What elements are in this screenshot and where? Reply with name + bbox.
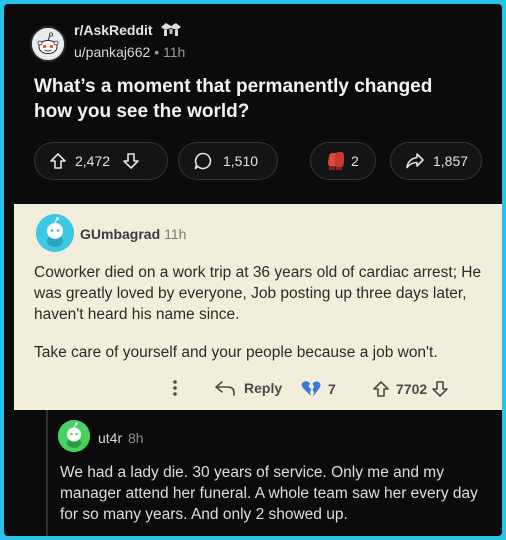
comment-paragraph: Take care of yourself and your people be… [34, 344, 438, 361]
downvote-arrow-icon[interactable] [431, 380, 449, 398]
comment-age: 11h [164, 226, 187, 242]
boxing-glove-award-icon [328, 152, 344, 170]
thread-line[interactable] [46, 410, 48, 536]
highlighted-comment: GUmbagrad 11h Coworker died on a work tri… [14, 204, 502, 410]
share-arrow-icon [406, 153, 424, 169]
subreddit-name[interactable]: r/AskReddit [74, 22, 153, 38]
comment-award-count: 7 [328, 381, 336, 397]
reply-age: 8h [128, 430, 144, 446]
awards-count: 2 [351, 153, 359, 169]
comment-votes: 7702 [372, 380, 449, 398]
share-count: 1,857 [433, 153, 469, 169]
post-action-bar: 2,472 1,510 2 1,857 [30, 142, 490, 182]
comments-button[interactable]: 1,510 [178, 142, 278, 180]
comment-author: GUmbagrad 11h [80, 226, 186, 242]
comment-action-bar: Reply 7 7702 [14, 378, 502, 402]
reply-button[interactable]: Reply [214, 380, 282, 396]
comment-author-name[interactable]: GUmbagrad [80, 226, 160, 242]
reddit-screenshot: r/AskReddit u/pankaj662 • 11h What’s a m… [4, 4, 502, 536]
downvote-arrow-icon[interactable] [122, 152, 140, 170]
more-dots-icon[interactable] [172, 378, 178, 403]
post-title[interactable]: What’s a moment that permanently changed… [34, 74, 474, 124]
comment-body: Coworker died on a work trip at 36 years… [34, 262, 484, 380]
upvote-arrow-icon[interactable] [49, 152, 67, 170]
comment-bubble-icon [194, 152, 212, 170]
reddit-snoo-avatar-icon [36, 214, 74, 252]
comment-count: 1,510 [223, 153, 259, 169]
meta-separator: • [154, 44, 160, 60]
comment-award[interactable]: 7 [300, 380, 336, 398]
reply-body: We had a lady die. 30 years of service. … [60, 464, 478, 523]
awards-button[interactable]: 2 [310, 142, 376, 180]
post-header: r/AskReddit u/pankaj662 • 11h [22, 16, 492, 62]
reply-comment: ut4r 8h We had a lady die. 30 years of s… [54, 416, 494, 534]
comment-paragraph: Coworker died on a work trip at 36 years… [34, 264, 482, 323]
comment-vote-count: 7702 [396, 381, 428, 397]
reply-label: Reply [244, 380, 283, 396]
post-author[interactable]: u/pankaj662 [74, 44, 150, 60]
share-button[interactable]: 1,857 [390, 142, 482, 180]
reddit-snoo-avatar-icon [58, 420, 90, 452]
upvote-arrow-icon[interactable] [372, 380, 390, 398]
broken-heart-award-icon [301, 381, 321, 397]
vote-pill: 2,472 [34, 142, 168, 180]
reply-arrow-icon [215, 381, 235, 396]
reply-author: ut4r 8h [98, 430, 144, 446]
upvote-count: 2,472 [75, 153, 111, 169]
award-icon [160, 21, 182, 42]
reply-author-name[interactable]: ut4r [98, 430, 122, 446]
subreddit-avatar[interactable] [30, 26, 66, 62]
post-meta: u/pankaj662 • 11h [74, 44, 185, 60]
reddit-snoo-avatar-icon [32, 28, 64, 60]
reply-avatar[interactable] [58, 420, 90, 452]
post-age: 11h [162, 44, 186, 60]
commenter-avatar[interactable] [36, 214, 74, 252]
